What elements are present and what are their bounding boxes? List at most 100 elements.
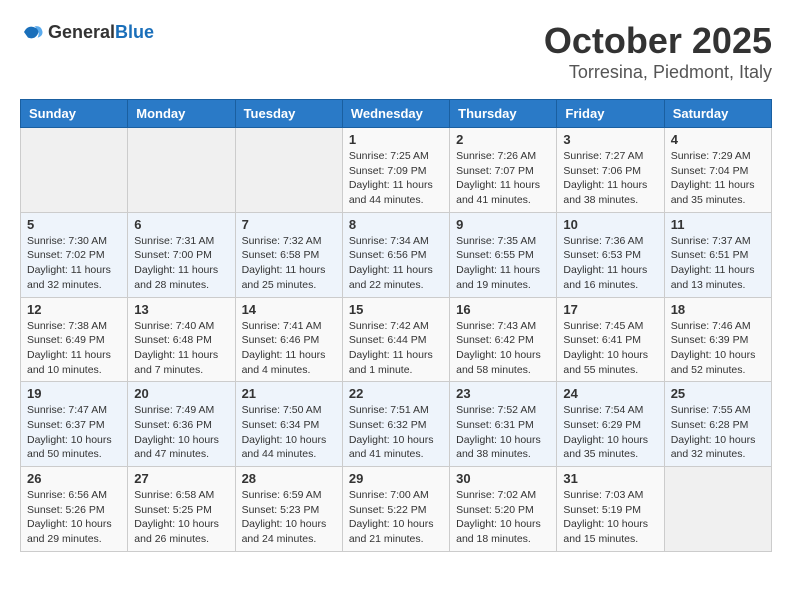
day-info: Sunrise: 7:30 AM Sunset: 7:02 PM Dayligh… xyxy=(27,234,121,293)
calendar-cell: 30 Sunrise: 7:02 AM Sunset: 5:20 PM Dayli… xyxy=(450,467,557,552)
calendar-cell: 31Sunrise: 7:03 AM Sunset: 5:19 PM Dayli… xyxy=(557,467,664,552)
logo-general: General xyxy=(48,22,115,42)
calendar-cell xyxy=(21,128,128,213)
calendar-cell: 10 Sunrise: 7:36 AM Sunset: 6:53 PM Dayli… xyxy=(557,212,664,297)
month-title: October 2025 xyxy=(544,20,772,62)
calendar-cell: 11Sunrise: 7:37 AM Sunset: 6:51 PM Dayli… xyxy=(664,212,771,297)
day-number: 29 xyxy=(349,471,443,486)
day-info: Sunrise: 7:50 AM Sunset: 6:34 PM Dayligh… xyxy=(242,403,336,462)
weekday-header-tuesday: Tuesday xyxy=(235,100,342,128)
day-info: Sunrise: 6:56 AM Sunset: 5:26 PM Dayligh… xyxy=(27,488,121,547)
day-info: Sunrise: 7:54 AM Sunset: 6:29 PM Dayligh… xyxy=(563,403,657,462)
day-info: Sunrise: 7:46 AM Sunset: 6:39 PM Dayligh… xyxy=(671,319,765,378)
day-number: 31 xyxy=(563,471,657,486)
day-info: Sunrise: 7:41 AM Sunset: 6:46 PM Dayligh… xyxy=(242,319,336,378)
day-info: Sunrise: 7:51 AM Sunset: 6:32 PM Dayligh… xyxy=(349,403,443,462)
calendar-cell xyxy=(128,128,235,213)
calendar-cell: 24Sunrise: 7:54 AM Sunset: 6:29 PM Dayli… xyxy=(557,382,664,467)
day-info: Sunrise: 7:37 AM Sunset: 6:51 PM Dayligh… xyxy=(671,234,765,293)
day-number: 7 xyxy=(242,217,336,232)
day-number: 1 xyxy=(349,132,443,147)
calendar-cell: 16 Sunrise: 7:43 AM Sunset: 6:42 PM Dayli… xyxy=(450,297,557,382)
calendar-cell: 4Sunrise: 7:29 AM Sunset: 7:04 PM Daylig… xyxy=(664,128,771,213)
calendar-cell: 14 Sunrise: 7:41 AM Sunset: 6:46 PM Dayli… xyxy=(235,297,342,382)
calendar-cell: 7 Sunrise: 7:32 AM Sunset: 6:58 PM Daylig… xyxy=(235,212,342,297)
day-info: Sunrise: 7:35 AM Sunset: 6:55 PM Dayligh… xyxy=(456,234,550,293)
logo-text: GeneralBlue xyxy=(48,22,154,43)
day-number: 2 xyxy=(456,132,550,147)
logo: GeneralBlue xyxy=(20,20,154,44)
day-info: Sunrise: 7:02 AM Sunset: 5:20 PM Dayligh… xyxy=(456,488,550,547)
day-number: 12 xyxy=(27,302,121,317)
weekday-header-friday: Friday xyxy=(557,100,664,128)
calendar-cell: 15Sunrise: 7:42 AM Sunset: 6:44 PM Dayli… xyxy=(342,297,449,382)
calendar-cell: 20 Sunrise: 7:49 AM Sunset: 6:36 PM Dayli… xyxy=(128,382,235,467)
day-info: Sunrise: 7:49 AM Sunset: 6:36 PM Dayligh… xyxy=(134,403,228,462)
day-info: Sunrise: 7:31 AM Sunset: 7:00 PM Dayligh… xyxy=(134,234,228,293)
day-info: Sunrise: 7:42 AM Sunset: 6:44 PM Dayligh… xyxy=(349,319,443,378)
weekday-header-monday: Monday xyxy=(128,100,235,128)
day-number: 26 xyxy=(27,471,121,486)
calendar-cell: 19 Sunrise: 7:47 AM Sunset: 6:37 PM Dayli… xyxy=(21,382,128,467)
day-info: Sunrise: 7:25 AM Sunset: 7:09 PM Dayligh… xyxy=(349,149,443,208)
day-number: 22 xyxy=(349,386,443,401)
day-info: Sunrise: 7:40 AM Sunset: 6:48 PM Dayligh… xyxy=(134,319,228,378)
day-info: Sunrise: 7:00 AM Sunset: 5:22 PM Dayligh… xyxy=(349,488,443,547)
calendar-cell xyxy=(664,467,771,552)
day-number: 27 xyxy=(134,471,228,486)
day-info: Sunrise: 7:27 AM Sunset: 7:06 PM Dayligh… xyxy=(563,149,657,208)
calendar-cell: 6Sunrise: 7:31 AM Sunset: 7:00 PM Daylig… xyxy=(128,212,235,297)
day-info: Sunrise: 7:43 AM Sunset: 6:42 PM Dayligh… xyxy=(456,319,550,378)
weekday-header-wednesday: Wednesday xyxy=(342,100,449,128)
weekday-header-saturday: Saturday xyxy=(664,100,771,128)
day-number: 14 xyxy=(242,302,336,317)
calendar-cell: 29 Sunrise: 7:00 AM Sunset: 5:22 PM Dayli… xyxy=(342,467,449,552)
day-number: 13 xyxy=(134,302,228,317)
calendar-cell: 9 Sunrise: 7:35 AM Sunset: 6:55 PM Daylig… xyxy=(450,212,557,297)
day-info: Sunrise: 7:55 AM Sunset: 6:28 PM Dayligh… xyxy=(671,403,765,462)
day-number: 21 xyxy=(242,386,336,401)
calendar-table: SundayMondayTuesdayWednesdayThursdayFrid… xyxy=(20,99,772,552)
day-info: Sunrise: 7:34 AM Sunset: 6:56 PM Dayligh… xyxy=(349,234,443,293)
calendar-cell: 26 Sunrise: 6:56 AM Sunset: 5:26 PM Dayli… xyxy=(21,467,128,552)
calendar-cell: 5 Sunrise: 7:30 AM Sunset: 7:02 PM Daylig… xyxy=(21,212,128,297)
day-number: 20 xyxy=(134,386,228,401)
logo-blue: Blue xyxy=(115,22,154,42)
location-title: Torresina, Piedmont, Italy xyxy=(544,62,772,83)
day-number: 28 xyxy=(242,471,336,486)
day-number: 16 xyxy=(456,302,550,317)
day-number: 18 xyxy=(671,302,765,317)
weekday-header-thursday: Thursday xyxy=(450,100,557,128)
week-row-2: 5 Sunrise: 7:30 AM Sunset: 7:02 PM Daylig… xyxy=(21,212,772,297)
calendar-cell: 1 Sunrise: 7:25 AM Sunset: 7:09 PM Daylig… xyxy=(342,128,449,213)
calendar-cell: 21 Sunrise: 7:50 AM Sunset: 6:34 PM Dayli… xyxy=(235,382,342,467)
day-number: 5 xyxy=(27,217,121,232)
day-info: Sunrise: 6:59 AM Sunset: 5:23 PM Dayligh… xyxy=(242,488,336,547)
calendar-cell: 8Sunrise: 7:34 AM Sunset: 6:56 PM Daylig… xyxy=(342,212,449,297)
calendar-cell: 3Sunrise: 7:27 AM Sunset: 7:06 PM Daylig… xyxy=(557,128,664,213)
weekday-header-row: SundayMondayTuesdayWednesdayThursdayFrid… xyxy=(21,100,772,128)
title-area: October 2025 Torresina, Piedmont, Italy xyxy=(544,20,772,83)
day-number: 30 xyxy=(456,471,550,486)
day-number: 10 xyxy=(563,217,657,232)
calendar-cell: 18 Sunrise: 7:46 AM Sunset: 6:39 PM Dayli… xyxy=(664,297,771,382)
calendar-cell: 22 Sunrise: 7:51 AM Sunset: 6:32 PM Dayli… xyxy=(342,382,449,467)
day-number: 23 xyxy=(456,386,550,401)
day-info: Sunrise: 7:32 AM Sunset: 6:58 PM Dayligh… xyxy=(242,234,336,293)
day-info: Sunrise: 7:47 AM Sunset: 6:37 PM Dayligh… xyxy=(27,403,121,462)
week-row-1: 1 Sunrise: 7:25 AM Sunset: 7:09 PM Daylig… xyxy=(21,128,772,213)
day-number: 19 xyxy=(27,386,121,401)
logo-icon xyxy=(20,20,44,44)
day-number: 4 xyxy=(671,132,765,147)
calendar-cell: 23Sunrise: 7:52 AM Sunset: 6:31 PM Dayli… xyxy=(450,382,557,467)
day-info: Sunrise: 7:36 AM Sunset: 6:53 PM Dayligh… xyxy=(563,234,657,293)
day-number: 17 xyxy=(563,302,657,317)
calendar-cell: 25Sunrise: 7:55 AM Sunset: 6:28 PM Dayli… xyxy=(664,382,771,467)
week-row-3: 12Sunrise: 7:38 AM Sunset: 6:49 PM Dayli… xyxy=(21,297,772,382)
calendar-cell: 13 Sunrise: 7:40 AM Sunset: 6:48 PM Dayli… xyxy=(128,297,235,382)
calendar-cell: 17Sunrise: 7:45 AM Sunset: 6:41 PM Dayli… xyxy=(557,297,664,382)
day-info: Sunrise: 7:26 AM Sunset: 7:07 PM Dayligh… xyxy=(456,149,550,208)
day-number: 9 xyxy=(456,217,550,232)
header: GeneralBlue October 2025 Torresina, Pied… xyxy=(20,20,772,83)
calendar-cell: 28 Sunrise: 6:59 AM Sunset: 5:23 PM Dayli… xyxy=(235,467,342,552)
